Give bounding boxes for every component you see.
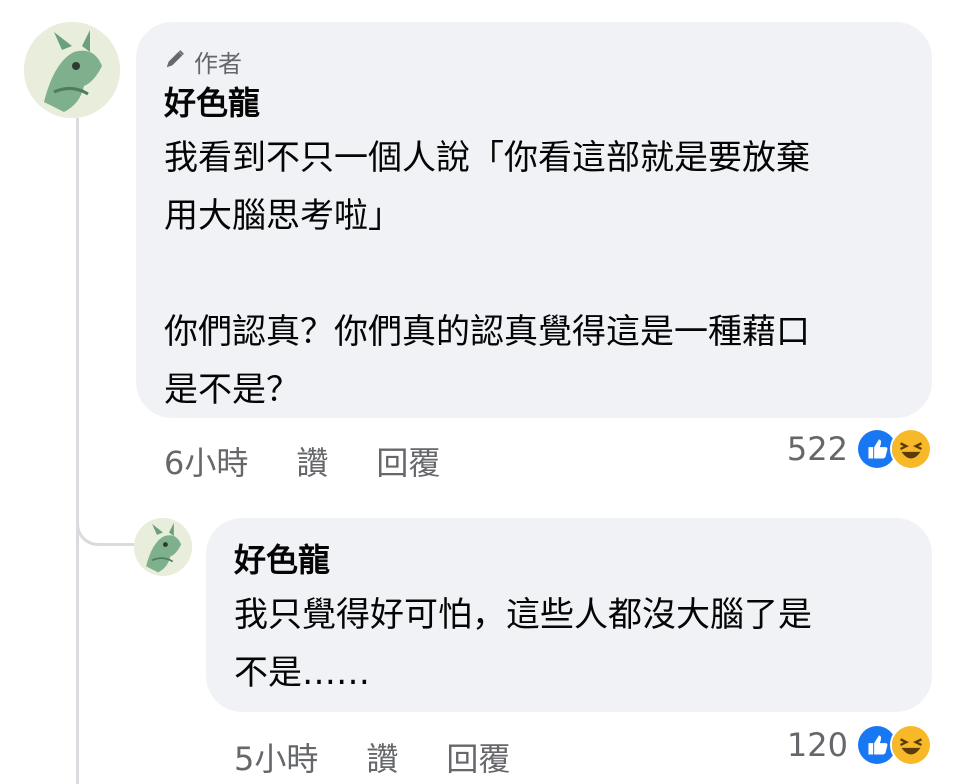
reaction-summary[interactable]: 120 [787, 724, 932, 766]
reply-connector [76, 480, 134, 546]
commenter-name[interactable]: 好色龍 [234, 540, 904, 580]
comment-line: 是不是？ [164, 370, 300, 410]
comment-text: 我看到不只一個人說「你看這部就是要放棄 用大腦思考啦」 你們認真？你們真的認真覺… [164, 129, 904, 419]
comment-line: 不是…… [234, 653, 370, 693]
timestamp[interactable]: 6小時 [164, 438, 248, 484]
like-button[interactable]: 讚 [366, 734, 398, 780]
pencil-icon [164, 48, 186, 76]
comment-text: 我只覺得好可怕，這些人都沒大腦了是 不是…… [234, 586, 904, 702]
comment-actions: 6小時 讚 回覆 [164, 438, 488, 484]
comment-line: 用大腦思考啦」 [164, 196, 402, 236]
thread-line [76, 118, 79, 784]
comment-actions: 5小時 讚 回覆 [234, 734, 558, 780]
timestamp[interactable]: 5小時 [234, 734, 318, 780]
comment-line: 你們認真？你們真的認真覺得這是一種藉口 [164, 312, 810, 352]
author-badge: 作者 [164, 44, 904, 79]
reaction-count: 120 [786, 726, 848, 764]
avatar[interactable] [24, 22, 120, 118]
comment-line: 我只覺得好可怕，這些人都沒大腦了是 [234, 595, 812, 635]
reply-button[interactable]: 回覆 [376, 438, 440, 484]
reply-bubble: 好色龍 我只覺得好可怕，這些人都沒大腦了是 不是…… [206, 518, 932, 712]
reaction-summary[interactable]: 522 [787, 428, 932, 470]
commenter-name[interactable]: 好色龍 [164, 83, 904, 123]
author-badge-label: 作者 [194, 50, 242, 78]
reply-button[interactable]: 回覆 [446, 734, 510, 780]
like-button[interactable]: 讚 [296, 438, 328, 484]
reaction-count: 522 [786, 430, 848, 468]
comment-line: 我看到不只一個人說「你看這部就是要放棄 [164, 138, 810, 178]
haha-icon [890, 724, 932, 766]
avatar[interactable] [134, 518, 192, 576]
haha-icon [890, 428, 932, 470]
comment-bubble: 作者 好色龍 我看到不只一個人說「你看這部就是要放棄 用大腦思考啦」 你們認真？… [136, 22, 932, 418]
